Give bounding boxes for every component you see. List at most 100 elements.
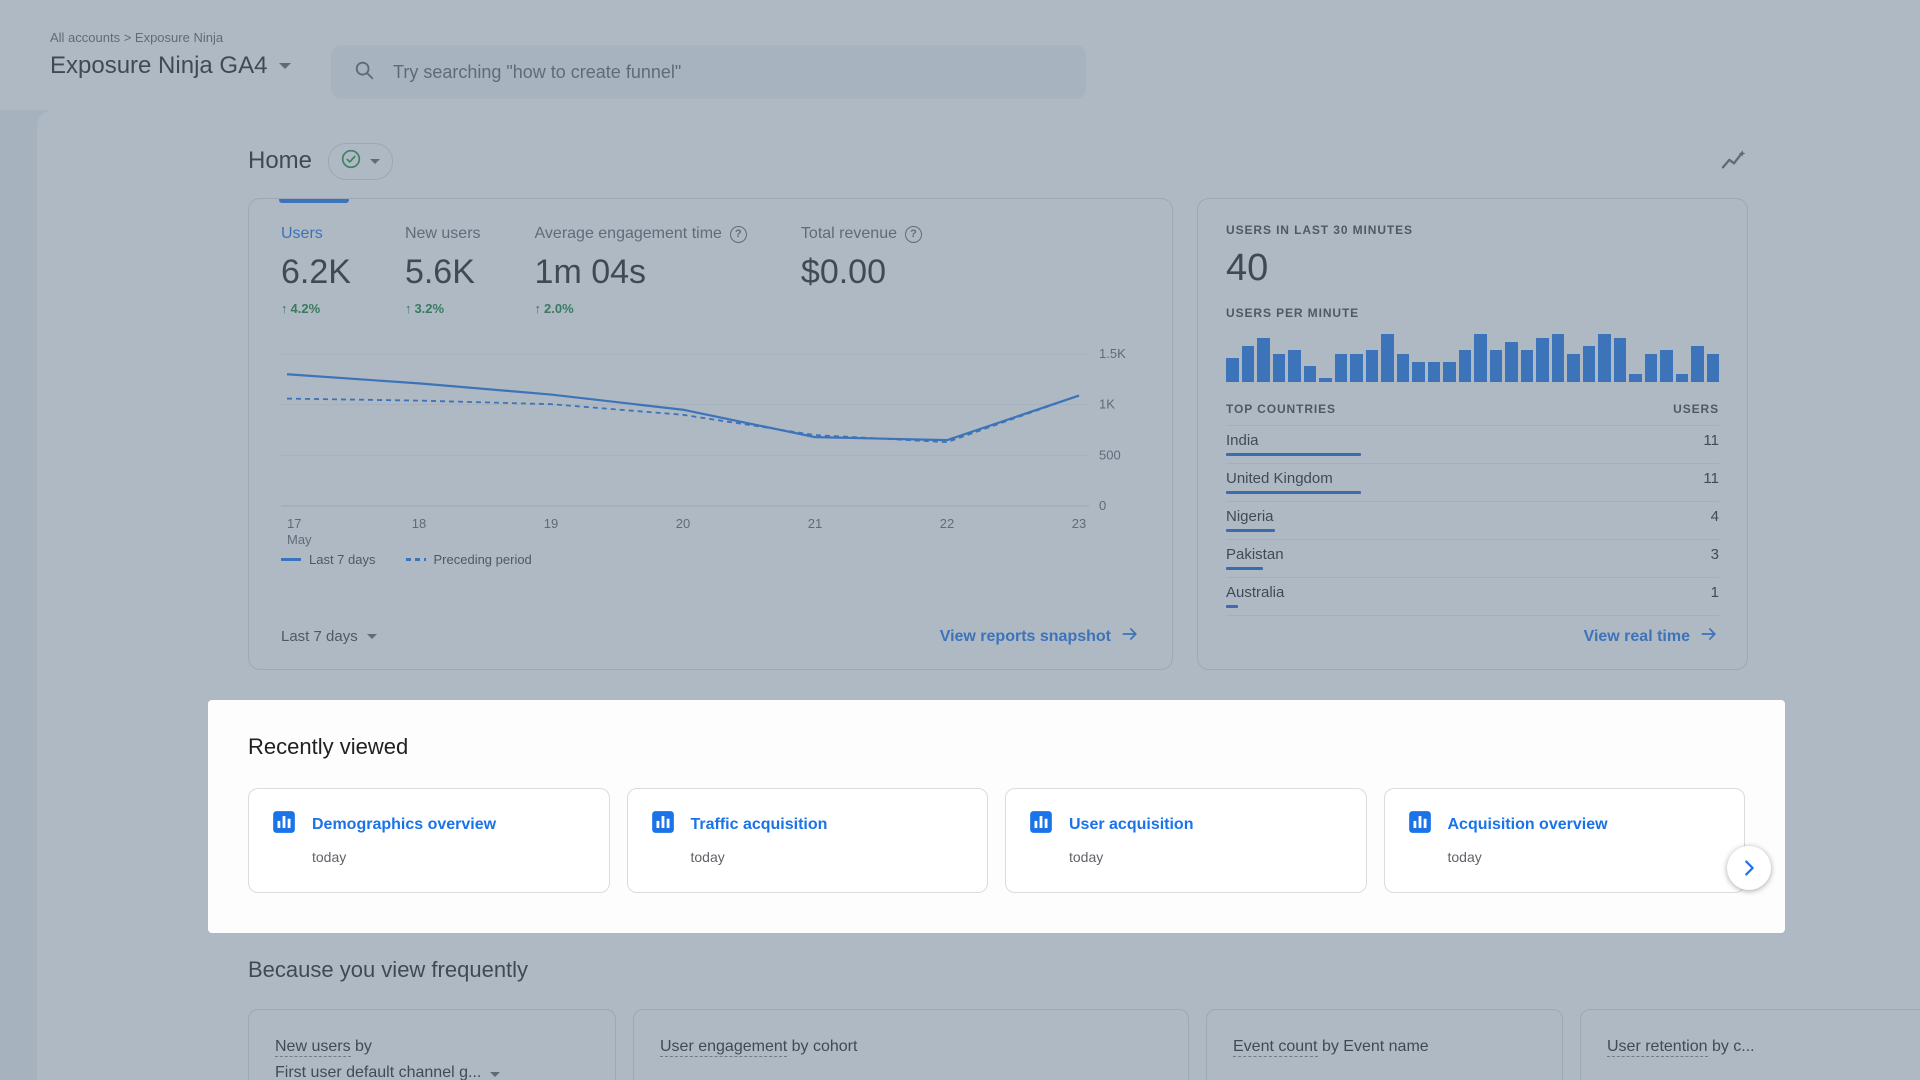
suggestion-card-user-engagement-by-cohort[interactable]: User engagement by cohort	[633, 1009, 1189, 1080]
minute-bar	[1319, 378, 1332, 382]
table-row: Nigeria 4	[1226, 502, 1719, 540]
check-circle-icon	[341, 149, 361, 174]
metric-avg-engagement-time[interactable]: Average engagement time? 1m 04s ↑ 2.0%	[535, 225, 747, 316]
table-row: Australia 1	[1226, 578, 1719, 616]
minute-bar	[1644, 354, 1657, 382]
dimension-link[interactable]: First user default channel g...	[275, 1064, 482, 1080]
report-status-pill[interactable]	[328, 142, 394, 180]
country-bar	[1226, 567, 1263, 570]
main-wrap: Home Users 6.2K ↑ 4.2% New users 5.6K ↑ …	[0, 110, 1920, 1080]
country-name: Nigeria	[1226, 508, 1274, 525]
minute-bar	[1257, 338, 1270, 382]
label-text: by	[350, 1038, 372, 1055]
search-bar[interactable]	[331, 45, 1086, 99]
help-icon[interactable]: ?	[904, 225, 922, 243]
minute-bar	[1675, 374, 1688, 382]
minute-bar	[1660, 350, 1673, 382]
suggestion-card-event-count-by-event-name[interactable]: Event count by Event name	[1206, 1009, 1563, 1080]
metric-new-users[interactable]: New users 5.6K ↑ 3.2%	[405, 225, 481, 316]
metrics-row: Users 6.2K ↑ 4.2% New users 5.6K ↑ 3.2% Av…	[281, 225, 1140, 316]
report-link[interactable]: Demographics overview	[312, 816, 496, 834]
svg-text:19: 19	[544, 516, 558, 531]
metric-link[interactable]: Event count	[1233, 1038, 1318, 1057]
search-input[interactable]	[393, 61, 1064, 83]
chart-legend: Last 7 days Preceding period	[281, 552, 1140, 567]
minute-bar	[1412, 362, 1425, 382]
svg-text:22: 22	[940, 516, 954, 531]
chevron-down-icon[interactable]	[279, 63, 292, 69]
label-text: by Event name	[1317, 1038, 1429, 1055]
svg-text:May: May	[287, 532, 312, 547]
overview-card: Users 6.2K ↑ 4.2% New users 5.6K ↑ 3.2% Av…	[248, 198, 1173, 670]
recently-viewed-section: Recently viewed Demographics overview to…	[208, 700, 1785, 933]
arrow-right-icon	[1699, 624, 1719, 649]
metric-value: 5.6K	[404, 253, 475, 291]
chevron-down-icon[interactable]	[490, 1072, 501, 1078]
report-link[interactable]: Traffic acquisition	[691, 816, 828, 834]
minute-bar	[1598, 334, 1611, 382]
minute-bar	[1396, 354, 1409, 382]
country-bar	[1226, 453, 1361, 456]
view-real-time-link[interactable]: View real time	[1584, 624, 1719, 649]
recent-report-card-acquisition-overview[interactable]: Acquisition overview today	[1383, 788, 1745, 893]
report-link[interactable]: Acquisition overview	[1448, 816, 1608, 834]
users-trend-chart-wrap: 0 500 1K 1.5K 17 18 19 20 21 22 23 May	[281, 340, 1140, 548]
table-row: United Kingdom 11	[1226, 464, 1719, 502]
country-bar	[1226, 605, 1238, 608]
report-last-viewed: today	[312, 849, 347, 865]
realtime-users-value: 40	[1226, 247, 1269, 289]
up-arrow-icon: ↑	[281, 301, 288, 316]
help-icon[interactable]: ?	[729, 225, 747, 243]
report-link[interactable]: User acquisition	[1069, 816, 1193, 834]
metric-link[interactable]: User retention	[1607, 1038, 1708, 1057]
svg-text:1K: 1K	[1099, 397, 1115, 412]
carousel-next-button[interactable]	[1727, 846, 1771, 890]
property-title: Exposure Ninja GA4	[50, 52, 268, 79]
realtime-title: USERS IN LAST 30 MINUTES	[1226, 223, 1413, 237]
country-users: 3	[1710, 546, 1719, 563]
country-users: 11	[1703, 432, 1719, 449]
arrow-right-icon	[1120, 624, 1140, 649]
up-arrow-icon: ↑	[404, 301, 412, 316]
date-range-dropdown[interactable]: Last 7 days	[281, 628, 377, 645]
recent-report-card-demographics-overview[interactable]: Demographics overview today	[248, 788, 610, 893]
minute-bar	[1520, 350, 1533, 382]
view-reports-snapshot-link[interactable]: View reports snapshot	[940, 624, 1140, 649]
metric-link[interactable]: User engagement	[660, 1038, 788, 1057]
minute-bar	[1350, 354, 1363, 382]
country-users: 1	[1710, 584, 1719, 601]
frequently-viewed-section: Because you view frequently New users by…	[37, 957, 1920, 1080]
country-name: Australia	[1226, 584, 1285, 601]
report-last-viewed: today	[1069, 849, 1104, 865]
svg-text:18: 18	[412, 516, 426, 531]
svg-text:17: 17	[287, 516, 301, 531]
suggestion-card-new-users-by-channel[interactable]: New users by First user default channel …	[248, 1009, 616, 1080]
label-text: by c...	[1707, 1038, 1755, 1055]
insights-button[interactable]	[1720, 147, 1748, 175]
metric-total-revenue[interactable]: Total revenue? $0.00	[801, 225, 922, 316]
property-switcher[interactable]: All accounts > Exposure Ninja Exposure N…	[50, 30, 292, 80]
minute-bar	[1241, 346, 1254, 382]
minute-bar	[1334, 354, 1347, 382]
svg-text:21: 21	[808, 516, 822, 531]
metric-link[interactable]: New users	[275, 1038, 351, 1057]
minute-bar	[1489, 350, 1502, 382]
minute-bar	[1458, 350, 1471, 382]
label-text: by cohort	[787, 1038, 858, 1055]
svg-text:1.5K: 1.5K	[1099, 346, 1126, 361]
minute-bar	[1443, 362, 1456, 382]
metric-users[interactable]: Users 6.2K ↑ 4.2%	[281, 225, 351, 316]
minute-bar	[1536, 338, 1549, 382]
country-name: Pakistan	[1226, 546, 1284, 563]
report-chart-icon	[1028, 809, 1054, 840]
minute-bar	[1629, 374, 1642, 382]
minute-bar	[1582, 346, 1595, 382]
country-name: India	[1226, 432, 1259, 449]
users-per-minute-chart	[1226, 332, 1719, 382]
search-icon	[353, 59, 375, 86]
minute-bar	[1303, 366, 1316, 382]
recent-report-card-traffic-acquisition[interactable]: Traffic acquisition today	[626, 788, 988, 893]
recent-report-card-user-acquisition[interactable]: User acquisition today	[1005, 788, 1367, 893]
minute-bar	[1226, 358, 1239, 382]
suggestion-card-user-retention[interactable]: User retention by c...	[1580, 1009, 1920, 1080]
